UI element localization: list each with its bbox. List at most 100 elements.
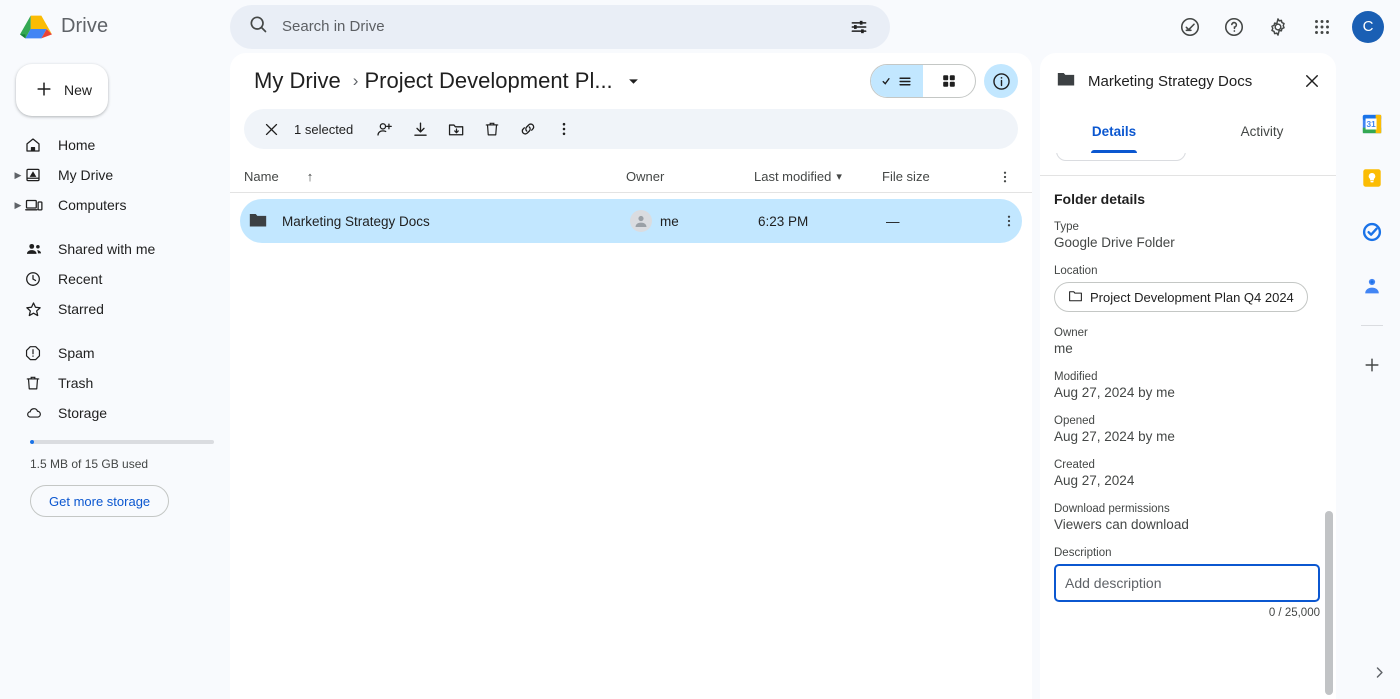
home-icon	[24, 136, 52, 154]
column-header-file-size[interactable]: File size	[882, 169, 992, 184]
nav-divider-1	[0, 220, 230, 234]
share-button[interactable]	[367, 112, 401, 146]
detail-value: me	[1054, 341, 1073, 356]
list-view-button[interactable]	[871, 65, 923, 97]
column-header-name-label: Name	[244, 169, 279, 184]
details-tabs: Details Activity	[1040, 109, 1336, 153]
apps-grid-icon[interactable]	[1302, 7, 1342, 47]
details-content: Folder details Type Google Drive Folder …	[1040, 191, 1336, 634]
google-drive-app: Drive Search in Drive C New Home ▶ My Dr…	[0, 0, 1400, 699]
tune-options-icon[interactable]	[842, 10, 876, 44]
google-keep-icon[interactable]	[1355, 161, 1389, 195]
spam-alert-icon	[24, 344, 52, 362]
column-options-button[interactable]	[992, 169, 1018, 185]
new-button[interactable]: New	[16, 64, 108, 116]
top-bar: Drive Search in Drive C	[0, 0, 1400, 53]
sidebar-item-home[interactable]: Home	[0, 130, 214, 160]
details-divider	[1040, 175, 1336, 176]
sidebar-item-storage[interactable]: Storage	[0, 398, 214, 428]
sidebar-item-recent[interactable]: Recent	[0, 264, 214, 294]
detail-label: Description	[1054, 547, 1112, 559]
new-button-label: New	[64, 82, 93, 98]
sidebar-item-trash[interactable]: Trash	[0, 368, 214, 398]
detail-label: Created	[1054, 459, 1095, 471]
rail-divider	[1361, 325, 1383, 326]
help-icon[interactable]	[1214, 7, 1254, 47]
breadcrumb-root[interactable]: My Drive	[248, 66, 347, 96]
svg-text:31: 31	[1366, 120, 1376, 129]
plus-icon	[34, 79, 54, 102]
sidebar-item-label: Computers	[58, 197, 127, 213]
google-contacts-icon[interactable]	[1355, 269, 1389, 303]
search-input[interactable]	[268, 18, 842, 35]
detail-value: Google Drive Folder	[1054, 235, 1175, 250]
cell-file-size: —	[886, 213, 900, 229]
search-box[interactable]	[230, 4, 890, 49]
sidebar: New Home ▶ My Drive ▶ Computers Shared w…	[0, 53, 230, 699]
my-drive-icon	[24, 166, 52, 184]
details-panel: Marketing Strategy Docs Details Activity	[1040, 53, 1336, 699]
sidebar-item-my-drive[interactable]: ▶ My Drive	[0, 160, 214, 190]
cell-name: Marketing Strategy Docs	[240, 211, 630, 232]
sidebar-item-label: Storage	[58, 405, 108, 421]
top-bar-actions: C	[1170, 7, 1400, 47]
shared-people-icon	[24, 240, 52, 258]
sidebar-item-starred[interactable]: Starred	[0, 294, 214, 324]
chevron-right-icon[interactable]: ▶	[12, 200, 24, 211]
support-icon[interactable]	[1170, 7, 1210, 47]
details-section-title: Folder details	[1054, 191, 1146, 207]
sidebar-item-label: Starred	[58, 301, 104, 317]
chevron-down-icon[interactable]	[621, 68, 647, 94]
table-row[interactable]: Marketing Strategy Docs me 6:23 PM —	[240, 199, 1022, 243]
info-details-button[interactable]	[984, 64, 1018, 98]
sidebar-item-shared-with-me[interactable]: Shared with me	[0, 234, 214, 264]
grid-view-button[interactable]	[923, 65, 975, 97]
download-button[interactable]	[403, 112, 437, 146]
cell-last-modified: 6:23 PM	[758, 213, 809, 229]
more-actions-button[interactable]	[547, 112, 581, 146]
expand-side-panel-icon[interactable]	[1366, 659, 1392, 685]
column-header-name[interactable]: Name ↑	[230, 169, 626, 184]
folder-icon	[1056, 70, 1076, 93]
remove-button[interactable]	[475, 112, 509, 146]
search-area	[230, 4, 890, 49]
avatar[interactable]: C	[1352, 10, 1384, 43]
clear-selection-button[interactable]	[254, 112, 288, 146]
details-scrollbar[interactable]	[1325, 511, 1333, 695]
search-icon	[248, 14, 268, 39]
move-to-folder-button[interactable]	[439, 112, 473, 146]
google-calendar-icon[interactable]: 31	[1355, 107, 1389, 141]
sidebar-item-computers[interactable]: ▶ Computers	[0, 190, 214, 220]
owner-name: me	[660, 213, 679, 229]
column-header-owner[interactable]: Owner	[626, 169, 754, 184]
google-tasks-icon[interactable]	[1355, 215, 1389, 249]
location-chip[interactable]: Project Development Plan Q4 2024	[1054, 282, 1308, 312]
gear-icon[interactable]	[1258, 7, 1298, 47]
selection-toolbar: 1 selected	[244, 109, 1018, 149]
detail-label: Owner	[1054, 327, 1088, 339]
chevron-down-icon: ▾	[836, 171, 842, 183]
trash-icon	[24, 374, 52, 392]
close-icon[interactable]	[1296, 65, 1328, 97]
add-addon-icon[interactable]	[1355, 348, 1389, 382]
get-link-button[interactable]	[511, 112, 545, 146]
breadcrumb-current[interactable]: Project Development Pl...	[364, 68, 612, 94]
location-chip-label: Project Development Plan Q4 2024	[1090, 289, 1294, 305]
get-more-storage-button[interactable]: Get more storage	[30, 485, 170, 517]
tab-activity[interactable]: Activity	[1188, 109, 1336, 153]
sidebar-item-label: Trash	[58, 375, 94, 391]
clock-icon	[24, 270, 52, 288]
brand-area[interactable]: Drive	[0, 13, 230, 41]
side-panel-rail: 31	[1344, 53, 1400, 699]
sidebar-item-label: Shared with me	[58, 241, 156, 257]
description-input[interactable]	[1054, 564, 1320, 602]
view-toggle	[870, 64, 976, 98]
sidebar-item-spam[interactable]: Spam	[0, 338, 214, 368]
storage-section: 1.5 MB of 15 GB used Get more storage	[30, 440, 214, 517]
column-header-last-modified[interactable]: Last modified ▾	[754, 169, 882, 184]
tab-details[interactable]: Details	[1040, 109, 1188, 153]
row-more-actions-button[interactable]	[996, 213, 1022, 229]
details-title: Marketing Strategy Docs	[1088, 72, 1253, 90]
detail-label: Download permissions	[1054, 503, 1170, 515]
chevron-right-icon[interactable]: ▶	[12, 170, 24, 181]
